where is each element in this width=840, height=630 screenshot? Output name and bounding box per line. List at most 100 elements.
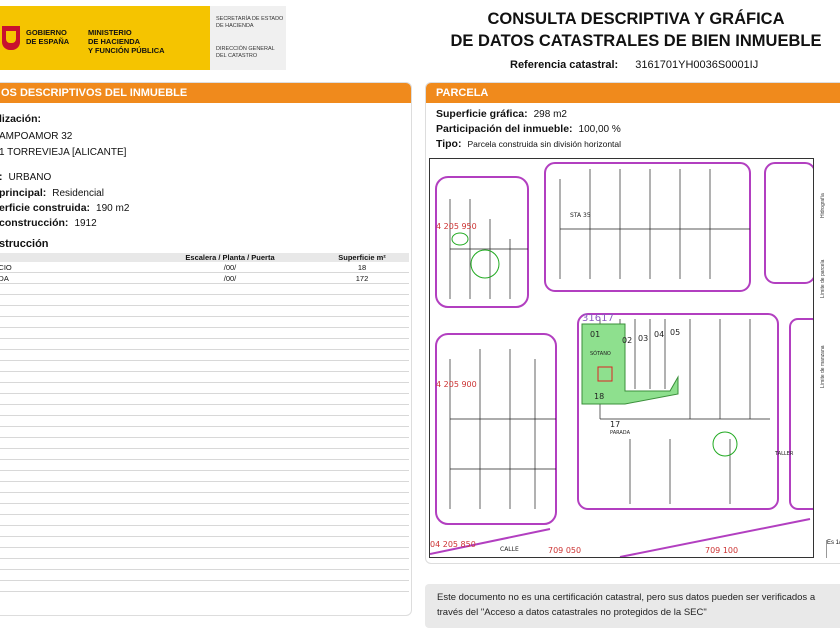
sup-label: erficie construida: bbox=[0, 202, 91, 214]
empty-table-row bbox=[0, 514, 409, 526]
empty-cell bbox=[0, 393, 145, 405]
tipo-label: Tipo: bbox=[436, 138, 462, 150]
datos-descriptivos-panel: OS DESCRIPTIVOS DEL INMUEBLE lización: A… bbox=[0, 82, 412, 616]
empty-cell bbox=[145, 404, 316, 416]
ano-value: 1912 bbox=[74, 218, 97, 229]
col-destino: o bbox=[0, 253, 145, 262]
empty-table-row bbox=[0, 415, 409, 427]
empty-table-row bbox=[0, 492, 409, 504]
empty-cell bbox=[315, 503, 409, 515]
empty-table-row bbox=[0, 283, 409, 295]
empty-cell bbox=[0, 503, 145, 515]
building-lines bbox=[559, 169, 750, 279]
row-escalera: /00/ bbox=[145, 272, 316, 284]
col-escalera: Escalera / Planta / Puerta bbox=[145, 253, 316, 262]
superficie-field: erficie construida: 190 m2 bbox=[0, 202, 129, 214]
parcel-label: 18 bbox=[594, 392, 604, 401]
empty-cell bbox=[0, 569, 145, 581]
legend-limite-parcela: Límite de parcela bbox=[820, 259, 826, 298]
empty-cell bbox=[145, 580, 316, 592]
title-line1: CONSULTA DESCRIPTIVA Y GRÁFICA bbox=[487, 10, 785, 28]
ano-label: construcción: bbox=[0, 217, 69, 229]
cadastral-map[interactable]: 01 02 03 04 05 18 17 SÓTANO PARADA TALLE… bbox=[429, 158, 814, 558]
empty-cell bbox=[145, 492, 316, 504]
empty-table-row bbox=[0, 338, 409, 350]
street-label: CALLE bbox=[500, 546, 519, 553]
legend-limite-manzana: Límite de manzana bbox=[820, 345, 826, 388]
empty-cell bbox=[315, 426, 409, 438]
empty-cell bbox=[145, 558, 316, 570]
empty-cell bbox=[145, 547, 316, 559]
address-line2: 1 TORREVIEJA [ALICANTE] bbox=[0, 147, 127, 158]
empty-cell bbox=[0, 481, 145, 493]
scale-label: Es 1/ bbox=[826, 540, 840, 558]
empty-cell bbox=[145, 426, 316, 438]
construccion-title: strucción bbox=[0, 238, 49, 250]
empty-cell bbox=[0, 316, 145, 328]
min-line2: DE HACIENDA bbox=[88, 37, 141, 46]
empty-cell bbox=[145, 382, 316, 394]
empty-cell bbox=[0, 371, 145, 383]
empty-cell bbox=[145, 294, 316, 306]
empty-table-row bbox=[0, 393, 409, 405]
empty-table-row bbox=[0, 305, 409, 317]
block-outline bbox=[435, 333, 557, 525]
empty-cell bbox=[0, 459, 145, 471]
empty-cell bbox=[0, 283, 145, 295]
empty-cell bbox=[0, 305, 145, 317]
empty-cell bbox=[0, 294, 145, 306]
coord-label: 04 205 850 bbox=[430, 540, 476, 549]
ref-value[interactable]: 3161701YH0036S0001IJ bbox=[635, 59, 758, 71]
map-label: PARADA bbox=[610, 430, 631, 436]
legend-hidrografia: Hidrografía bbox=[820, 193, 826, 218]
empty-cell bbox=[315, 459, 409, 471]
empty-table-row bbox=[0, 426, 409, 438]
empty-cell bbox=[0, 415, 145, 427]
empty-table-row bbox=[0, 404, 409, 416]
empty-cell bbox=[145, 327, 316, 339]
empty-cell bbox=[0, 349, 145, 361]
empty-table-row bbox=[0, 294, 409, 306]
empty-cell bbox=[315, 470, 409, 482]
parcel-label: 03 bbox=[638, 334, 648, 343]
empty-table-row bbox=[0, 371, 409, 383]
participacion-value: 100,00 % bbox=[578, 124, 621, 135]
building-lines bbox=[449, 199, 528, 299]
empty-cell bbox=[315, 569, 409, 581]
empty-cell bbox=[0, 360, 145, 372]
notice-line2[interactable]: través del "Acceso a datos catastrales n… bbox=[437, 607, 707, 618]
empty-table-row bbox=[0, 547, 409, 559]
tree-icon bbox=[470, 249, 500, 279]
sec-line1: SECRETARÍA DE ESTADO bbox=[216, 16, 284, 22]
empty-cell bbox=[0, 404, 145, 416]
empty-table-row bbox=[0, 448, 409, 460]
coord-label: 709 100 bbox=[705, 546, 738, 555]
empty-cell bbox=[145, 569, 316, 581]
building-lines bbox=[449, 349, 556, 509]
col-superficie: Superficie m² bbox=[315, 253, 409, 262]
block-outline bbox=[789, 318, 813, 510]
empty-table-row bbox=[0, 349, 409, 361]
sup-value: 190 m2 bbox=[96, 203, 130, 214]
row-escalera: /00/ bbox=[145, 262, 316, 273]
empty-cell bbox=[145, 360, 316, 372]
empty-cell bbox=[315, 294, 409, 306]
empty-cell bbox=[315, 580, 409, 592]
datos-descriptivos-header: OS DESCRIPTIVOS DEL INMUEBLE bbox=[0, 83, 411, 103]
empty-table-row bbox=[0, 470, 409, 482]
map-label: SÓTANO bbox=[590, 350, 611, 357]
uso-field: principal: Residencial bbox=[0, 187, 104, 199]
tree-icon bbox=[451, 232, 469, 246]
empty-cell bbox=[145, 437, 316, 449]
empty-cell bbox=[0, 547, 145, 559]
participacion-field: Participación del inmueble: 100,00 % bbox=[436, 123, 621, 135]
participacion-label: Participación del inmueble: bbox=[436, 123, 573, 135]
parcel-label: 02 bbox=[622, 336, 632, 345]
secretaria-text: SECRETARÍA DE ESTADO DE HACIENDA bbox=[216, 16, 283, 30]
construccion-table: o Escalera / Planta / Puerta Superficie … bbox=[0, 253, 409, 592]
empty-cell bbox=[145, 448, 316, 460]
empty-cell bbox=[145, 338, 316, 350]
empty-cell bbox=[145, 316, 316, 328]
parcel-label: 01 bbox=[590, 330, 600, 339]
gobierno-logo: GOBIERNO DE ESPAÑA MINISTERIO DE HACIEND… bbox=[0, 6, 210, 70]
